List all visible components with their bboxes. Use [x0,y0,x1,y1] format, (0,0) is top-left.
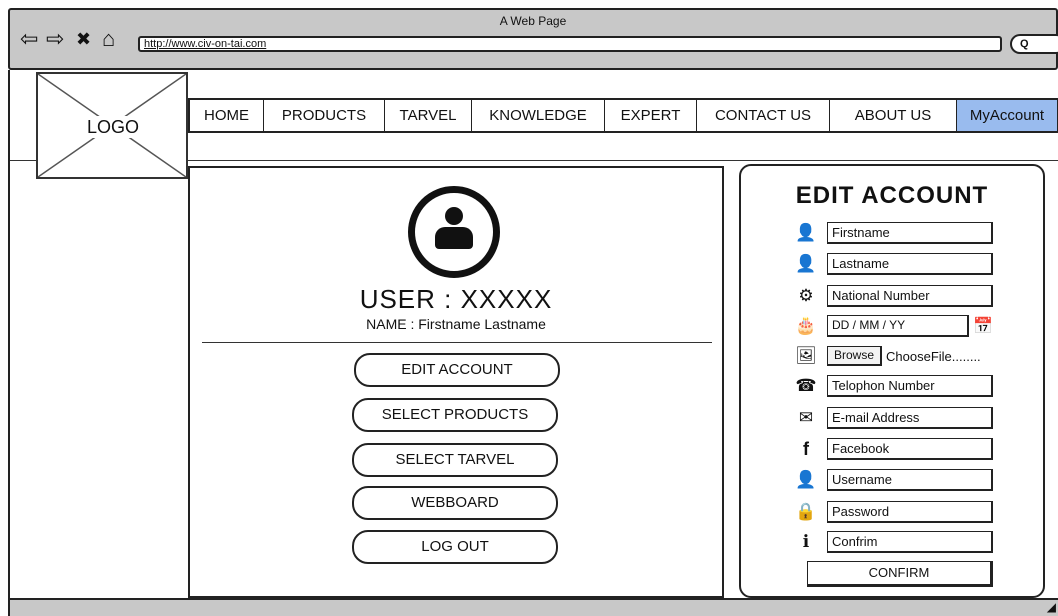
webboard-button[interactable]: WEBBOARD [352,486,558,520]
envelope-icon: ✉ [798,408,814,427]
lock-icon: 🔒 [795,502,817,521]
back-arrow-icon[interactable]: ⇦ [20,28,38,50]
national-number-row: ⚙ National Number [793,284,993,308]
resize-grip-icon[interactable]: ◢ [1047,600,1056,614]
birthdate-input[interactable]: DD / MM / YY [827,315,969,337]
confirm-password-input[interactable]: Confrim [827,531,993,553]
lastname-input[interactable]: Lastname [827,253,993,275]
gear-icon: ⚙ [798,286,814,305]
address-bar[interactable]: http://www.civ-on-tai.com [138,36,1002,52]
nav-item-home[interactable]: HOME [190,100,264,131]
choose-file-label: ChooseFile........ [886,348,981,364]
url-text: http://www.civ-on-tai.com [144,38,267,50]
close-icon[interactable]: ✖ [76,28,91,50]
window-title: A Web Page [499,14,567,28]
edit-account-button[interactable]: EDIT ACCOUNT [354,353,560,387]
facebook-input[interactable]: Facebook [827,438,993,460]
home-icon[interactable]: ⌂ [102,28,115,50]
edit-account-panel: EDIT ACCOUNT 👤 Firstname 👤 Lastname ⚙ Na… [739,164,1045,598]
nav-item-about-us[interactable]: ABOUT US [830,100,957,131]
browser-search-field[interactable]: Q [1010,34,1058,54]
logo-placeholder[interactable]: LOGO [36,72,188,179]
password-input[interactable]: Password [827,501,993,523]
nav-item-tarvel[interactable]: TARVEL [385,100,472,131]
user-icon: 👤 [795,470,817,489]
email-row: ✉ E-mail Address [793,406,993,430]
username-input[interactable]: Username [827,469,993,491]
nav-item-contact-us[interactable]: CONTACT US [697,100,830,131]
firstname-input[interactable]: Firstname [827,222,993,244]
birthdate-row: 🎂 DD / MM / YY 📅 [793,314,993,338]
facebook-icon: f [803,439,809,459]
phone-icon: ☎ [795,376,817,395]
nav-item-expert[interactable]: EXPERT [605,100,697,131]
password-row: 🔒 Password [793,500,993,524]
nav-item-knowledge[interactable]: KNOWLEDGE [472,100,605,131]
nav-item-products[interactable]: PRODUCTS [264,100,385,131]
email-input[interactable]: E-mail Address [827,407,993,429]
forward-arrow-icon[interactable]: ⇨ [46,28,64,50]
select-products-button[interactable]: SELECT PRODUCTS [352,398,558,432]
select-tarvel-button[interactable]: SELECT TARVEL [352,443,558,477]
edit-account-title: EDIT ACCOUNT [795,182,989,209]
browser-status-bar: ◢ [8,598,1058,616]
calendar-icon[interactable]: 📅 [973,316,993,336]
add-user-icon: 👤 [795,254,817,273]
browser-toolbar: A Web Page ⇦ ⇨ ✖ ⌂ http://www.civ-on-tai… [8,8,1058,70]
profile-panel: USER : XXXXX NAME : Firstname Lastname E… [188,166,724,598]
image-file-icon: 🖼 [795,346,817,365]
confirm-button[interactable]: CONFIRM [807,561,993,587]
web-page: LOGO HOME PRODUCTS TARVEL KNOWLEDGE EXPE… [8,70,1058,616]
info-icon: ℹ [802,532,810,551]
avatar-icon [408,186,500,278]
username-row: 👤 Username [793,468,993,492]
birthday-cake-icon: 🎂 [795,316,817,335]
confirm-password-row: ℹ Confrim [793,530,993,554]
profile-divider [202,342,712,343]
nav-item-my-account[interactable]: MyAccount [957,100,1057,131]
user-title: USER : XXXXX [359,284,553,314]
logo-text: LOGO [82,116,144,138]
log-out-button[interactable]: LOG OUT [352,530,558,564]
browse-button[interactable]: Browse [827,346,883,366]
firstname-row: 👤 Firstname [793,221,993,245]
lastname-row: 👤 Lastname [793,252,993,276]
facebook-row: f Facebook [793,437,993,461]
telephone-row: ☎ Telophon Number [793,374,993,398]
search-icon: Q [1020,38,1029,50]
main-navigation: HOME PRODUCTS TARVEL KNOWLEDGE EXPERT CO… [188,98,1058,133]
add-user-icon: 👤 [795,223,817,242]
photo-upload-row: 🖼 Browse ChooseFile........ [793,344,981,368]
user-full-name: NAME : Firstname Lastname [366,316,546,332]
national-number-input[interactable]: National Number [827,285,993,307]
telephone-input[interactable]: Telophon Number [827,375,993,397]
